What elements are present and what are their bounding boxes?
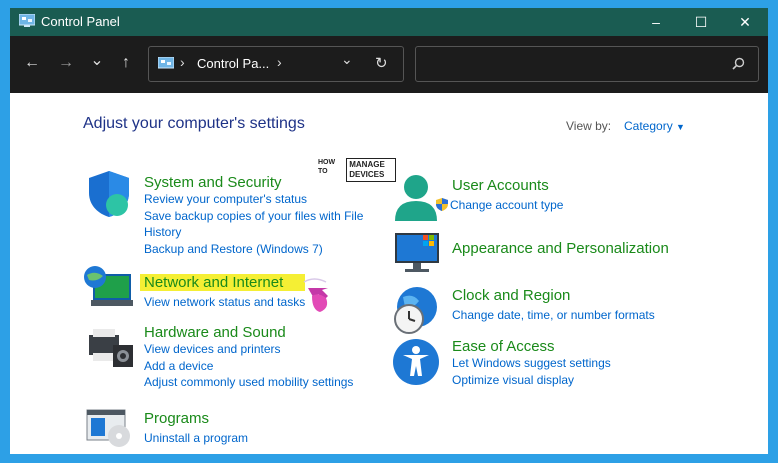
- forward-button[interactable]: →: [55, 54, 77, 72]
- category-network-and-internet: Network and Internet View network status…: [140, 274, 306, 311]
- link-date-time-formats[interactable]: Change date, time, or number formats: [452, 307, 655, 324]
- ease-of-access-icon[interactable]: [392, 338, 440, 386]
- category-ease-of-access: Ease of Access Let Windows suggest setti…: [452, 338, 611, 388]
- breadcrumb-separator-icon: ›: [180, 54, 185, 70]
- category-title-hardware-and-sound[interactable]: Hardware and Sound: [144, 324, 353, 341]
- user-accounts-icon[interactable]: [393, 173, 439, 223]
- printer-speaker-icon[interactable]: [87, 327, 135, 369]
- address-bar[interactable]: › Control Pa... › ⌄ ↻: [148, 46, 404, 82]
- link-optimize-visual-display[interactable]: Optimize visual display: [452, 372, 611, 389]
- appearance-icon[interactable]: [393, 231, 443, 275]
- dropdown-arrow-icon[interactable]: ▼: [676, 122, 685, 132]
- category-programs: Programs Uninstall a program: [144, 410, 248, 447]
- breadcrumb-control-panel[interactable]: Control Pa...: [197, 56, 269, 71]
- category-clock-and-region: Clock and Region Change date, time, or n…: [452, 287, 655, 324]
- link-change-account-type-label[interactable]: Change account type: [450, 198, 563, 212]
- view-by-label: View by:: [566, 119, 612, 133]
- category-title-ease-of-access[interactable]: Ease of Access: [452, 338, 611, 355]
- close-button[interactable]: ✕: [722, 8, 768, 36]
- back-button[interactable]: ←: [21, 54, 43, 72]
- search-icon[interactable]: [732, 57, 745, 70]
- control-panel-window: Control Panel – ☐ ✕ ← → ⌄ ↑ › Control Pa…: [10, 8, 768, 454]
- hand-pointer-icon: [303, 278, 328, 312]
- recent-locations-button[interactable]: ⌄: [86, 50, 108, 70]
- control-panel-icon: [158, 57, 174, 69]
- control-panel-icon: [19, 14, 35, 27]
- link-network-status[interactable]: View network status and tasks: [144, 294, 305, 311]
- link-review-status[interactable]: Review your computer's status: [144, 191, 369, 208]
- category-title-network-and-internet[interactable]: Network and Internet: [140, 274, 306, 291]
- shield-icon[interactable]: [85, 169, 133, 219]
- category-user-accounts: User Accounts Change account type: [436, 177, 563, 214]
- category-title-user-accounts[interactable]: User Accounts: [452, 177, 563, 194]
- uac-shield-icon: [436, 198, 448, 211]
- link-mobility-settings[interactable]: Adjust commonly used mobility settings: [144, 374, 353, 391]
- view-by-value[interactable]: Category: [624, 119, 673, 133]
- category-appearance-and-personalization: Appearance and Personalization: [452, 240, 669, 257]
- category-title-programs[interactable]: Programs: [144, 410, 248, 427]
- refresh-icon[interactable]: ↻: [375, 54, 388, 72]
- category-title-clock-and-region[interactable]: Clock and Region: [452, 287, 655, 304]
- view-by-dropdown[interactable]: Category ▼: [624, 119, 685, 133]
- window-title: Control Panel: [41, 14, 120, 29]
- programs-icon[interactable]: [85, 406, 135, 448]
- category-title-appearance-and-personalization[interactable]: Appearance and Personalization: [452, 240, 669, 257]
- clock-globe-icon[interactable]: [391, 285, 441, 335]
- link-file-history[interactable]: Save backup copies of your files with Fi…: [144, 208, 369, 241]
- link-change-account-type[interactable]: Change account type: [436, 197, 563, 214]
- category-system-and-security: System and Security Review your computer…: [144, 174, 369, 257]
- link-devices-printers[interactable]: View devices and printers: [144, 341, 353, 358]
- link-uninstall-program[interactable]: Uninstall a program: [144, 430, 248, 447]
- link-windows-suggest-settings[interactable]: Let Windows suggest settings: [452, 355, 611, 372]
- link-add-device[interactable]: Add a device: [144, 358, 353, 375]
- category-hardware-and-sound: Hardware and Sound View devices and prin…: [144, 324, 353, 391]
- breadcrumb-separator-icon[interactable]: ›: [277, 54, 282, 70]
- page-title: Adjust your computer's settings: [83, 115, 305, 132]
- up-button[interactable]: ↑: [115, 54, 137, 72]
- title-bar: Control Panel – ☐ ✕: [10, 8, 768, 36]
- screenshot-frame: Control Panel – ☐ ✕ ← → ⌄ ↑ › Control Pa…: [0, 0, 778, 463]
- link-backup-restore[interactable]: Backup and Restore (Windows 7): [144, 241, 369, 258]
- maximize-button[interactable]: ☐: [678, 8, 724, 36]
- address-dropdown-icon[interactable]: ⌄: [341, 51, 353, 68]
- category-title-system-and-security[interactable]: System and Security: [144, 174, 369, 191]
- search-box[interactable]: [415, 46, 759, 82]
- minimize-button[interactable]: –: [633, 8, 679, 36]
- control-panel-content: Adjust your computer's settings View by:…: [10, 93, 768, 454]
- network-globe-icon[interactable]: [83, 264, 135, 310]
- navigation-bar: ← → ⌄ ↑ › Control Pa... › ⌄ ↻: [10, 36, 768, 93]
